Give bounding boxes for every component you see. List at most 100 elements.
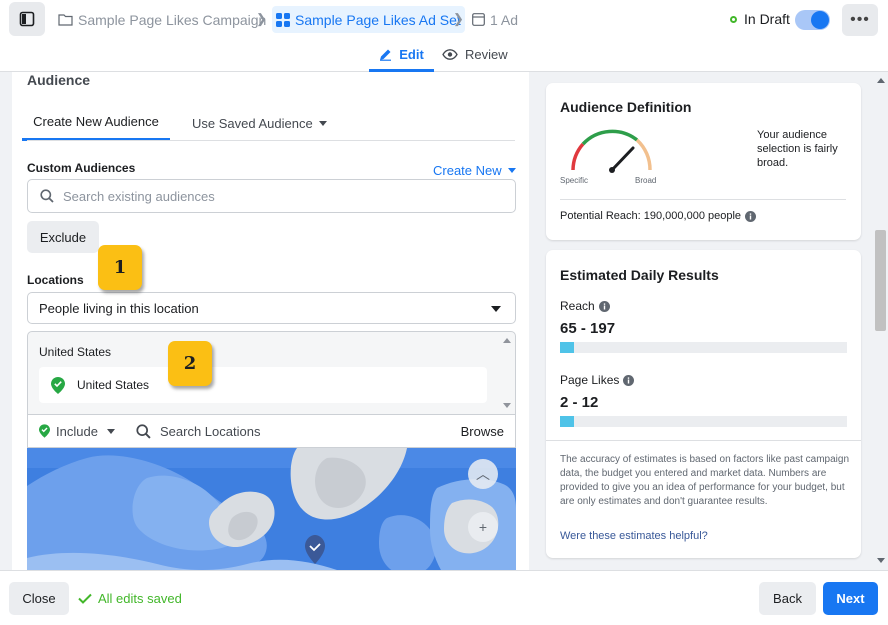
tab-label: Use Saved Audience [192, 115, 313, 131]
checkmark-icon [78, 593, 92, 604]
scroll-down-arrow-icon[interactable] [877, 558, 885, 563]
potential-reach-label: Potential Reach: 190,000,000 people [560, 210, 742, 222]
chevron-right-icon: ❯ [256, 11, 267, 26]
info-icon[interactable] [598, 300, 610, 312]
breadcrumb-ad[interactable]: 1 Ad [472, 6, 518, 33]
map-collapse-button[interactable]: ︿ [468, 459, 498, 489]
page-likes-bar [560, 416, 847, 427]
location-pin-icon [39, 424, 50, 438]
browse-button[interactable]: Browse [461, 424, 504, 439]
reach-label: Reach [560, 299, 610, 313]
create-new-label: Create New [433, 163, 502, 178]
chevron-down-icon [491, 306, 501, 312]
pencil-icon [379, 48, 392, 61]
card-title: Estimated Daily Results [560, 267, 719, 283]
more-options-button[interactable]: ••• [842, 4, 878, 36]
close-button[interactable]: Close [9, 582, 69, 615]
eye-icon [442, 49, 458, 60]
create-new-dropdown[interactable]: Create New [433, 163, 516, 178]
footer-bar: Close All edits saved Back Next [0, 570, 888, 625]
tab-use-saved-audience[interactable]: Use Saved Audience [192, 105, 327, 141]
plus-icon: + [478, 519, 488, 535]
tab-create-new-audience[interactable]: Create New Audience [22, 105, 170, 141]
more-icon: ••• [850, 11, 870, 28]
breadcrumb-campaign[interactable]: Sample Page Likes Campaign [58, 6, 266, 33]
tab-edit-label: Edit [399, 47, 424, 62]
location-map[interactable]: ︿ + [27, 448, 516, 570]
estimates-disclaimer: The accuracy of estimates is based on fa… [560, 454, 850, 507]
callout-badge-1: 1 [98, 245, 142, 290]
exclude-button[interactable]: Exclude [27, 221, 99, 253]
location-type-select[interactable]: People living in this location [27, 292, 516, 324]
map-zoom-in-button[interactable]: + [468, 512, 498, 542]
breadcrumb-label: Sample Page Likes Campaign [78, 11, 267, 28]
tab-review[interactable]: Review [442, 40, 508, 69]
include-dropdown[interactable]: Include [39, 424, 115, 439]
location-pin-icon [51, 376, 65, 394]
toggle-knob [811, 11, 829, 29]
caret-down-icon [106, 428, 115, 434]
reach-bar [560, 342, 847, 353]
page-likes-label: Page Likes [560, 373, 635, 387]
back-button[interactable]: Back [759, 582, 816, 615]
info-icon[interactable] [745, 210, 757, 222]
section-title: Audience [27, 72, 91, 88]
breadcrumb-label: Sample Page Likes Ad Set [295, 11, 461, 28]
scroll-down-icon[interactable] [503, 403, 511, 408]
reach-bar-fill [560, 342, 575, 353]
location-type-value: People living in this location [39, 300, 199, 316]
scroll-up-icon[interactable] [503, 338, 511, 343]
custom-audiences-label: Custom Audiences [27, 161, 136, 175]
callout-badge-2: 2 [168, 341, 212, 386]
status-label: In Draft [744, 11, 790, 27]
location-search-bar: Include Search Locations Browse [27, 415, 516, 448]
page-likes-label-text: Page Likes [560, 373, 620, 387]
tab-label: Create New Audience [33, 114, 159, 129]
info-icon[interactable] [623, 374, 635, 386]
page-likes-bar-fill [560, 416, 575, 427]
grid-icon [276, 12, 290, 27]
top-bar: Sample Page Likes Campaign ❯ Sample Page… [0, 0, 888, 72]
gauge-label-specific: Specific [560, 176, 589, 185]
breadcrumb-ad-set[interactable]: Sample Page Likes Ad Set [272, 6, 465, 33]
search-audiences-input[interactable]: Search existing audiences [27, 179, 516, 213]
potential-reach: Potential Reach: 190,000,000 people [560, 210, 757, 222]
divider [560, 199, 846, 200]
location-item-label: United States [77, 378, 150, 392]
search-locations-placeholder: Search Locations [160, 423, 261, 439]
selected-locations-list: United States United States [27, 331, 516, 415]
tab-edit[interactable]: Edit [369, 40, 434, 72]
search-locations-input[interactable]: Search Locations [136, 424, 260, 439]
gauge-label-broad: Broad [635, 176, 657, 185]
divider [27, 140, 515, 141]
search-placeholder: Search existing audiences [63, 188, 215, 204]
location-group-label: United States [39, 345, 112, 359]
scrollbar-thumb[interactable] [875, 230, 886, 331]
caret-down-icon [507, 168, 516, 173]
status-dot-icon [730, 15, 737, 23]
reach-label-text: Reach [560, 299, 595, 313]
save-status: All edits saved [78, 591, 182, 606]
audience-panel: Audience Create New Audience Use Saved A… [12, 72, 529, 570]
draft-status: In Draft [730, 11, 790, 27]
sidebar-icon [19, 11, 35, 27]
ad-icon [472, 13, 485, 26]
sidebar-toggle-button[interactable] [9, 2, 45, 36]
callout-number: 2 [183, 353, 197, 374]
location-item[interactable]: United States [39, 367, 487, 403]
close-label: Close [22, 591, 56, 606]
callout-number: 1 [113, 257, 127, 278]
estimates-helpful-link[interactable]: Were these estimates helpful? [560, 530, 708, 542]
include-label: Include [56, 423, 98, 439]
exclude-label: Exclude [39, 229, 87, 245]
search-icon [136, 423, 151, 439]
card-title: Audience Definition [560, 99, 692, 115]
divider [546, 440, 861, 441]
draft-toggle[interactable] [795, 10, 830, 30]
locations-label: Locations [27, 273, 84, 287]
chevron-right-icon: ❯ [453, 11, 464, 26]
page-likes-value: 2 - 12 [560, 394, 599, 411]
scroll-up-arrow-icon[interactable] [877, 78, 885, 83]
next-button[interactable]: Next [823, 582, 878, 615]
audience-description: Your audience selection is fairly broad. [757, 129, 838, 169]
